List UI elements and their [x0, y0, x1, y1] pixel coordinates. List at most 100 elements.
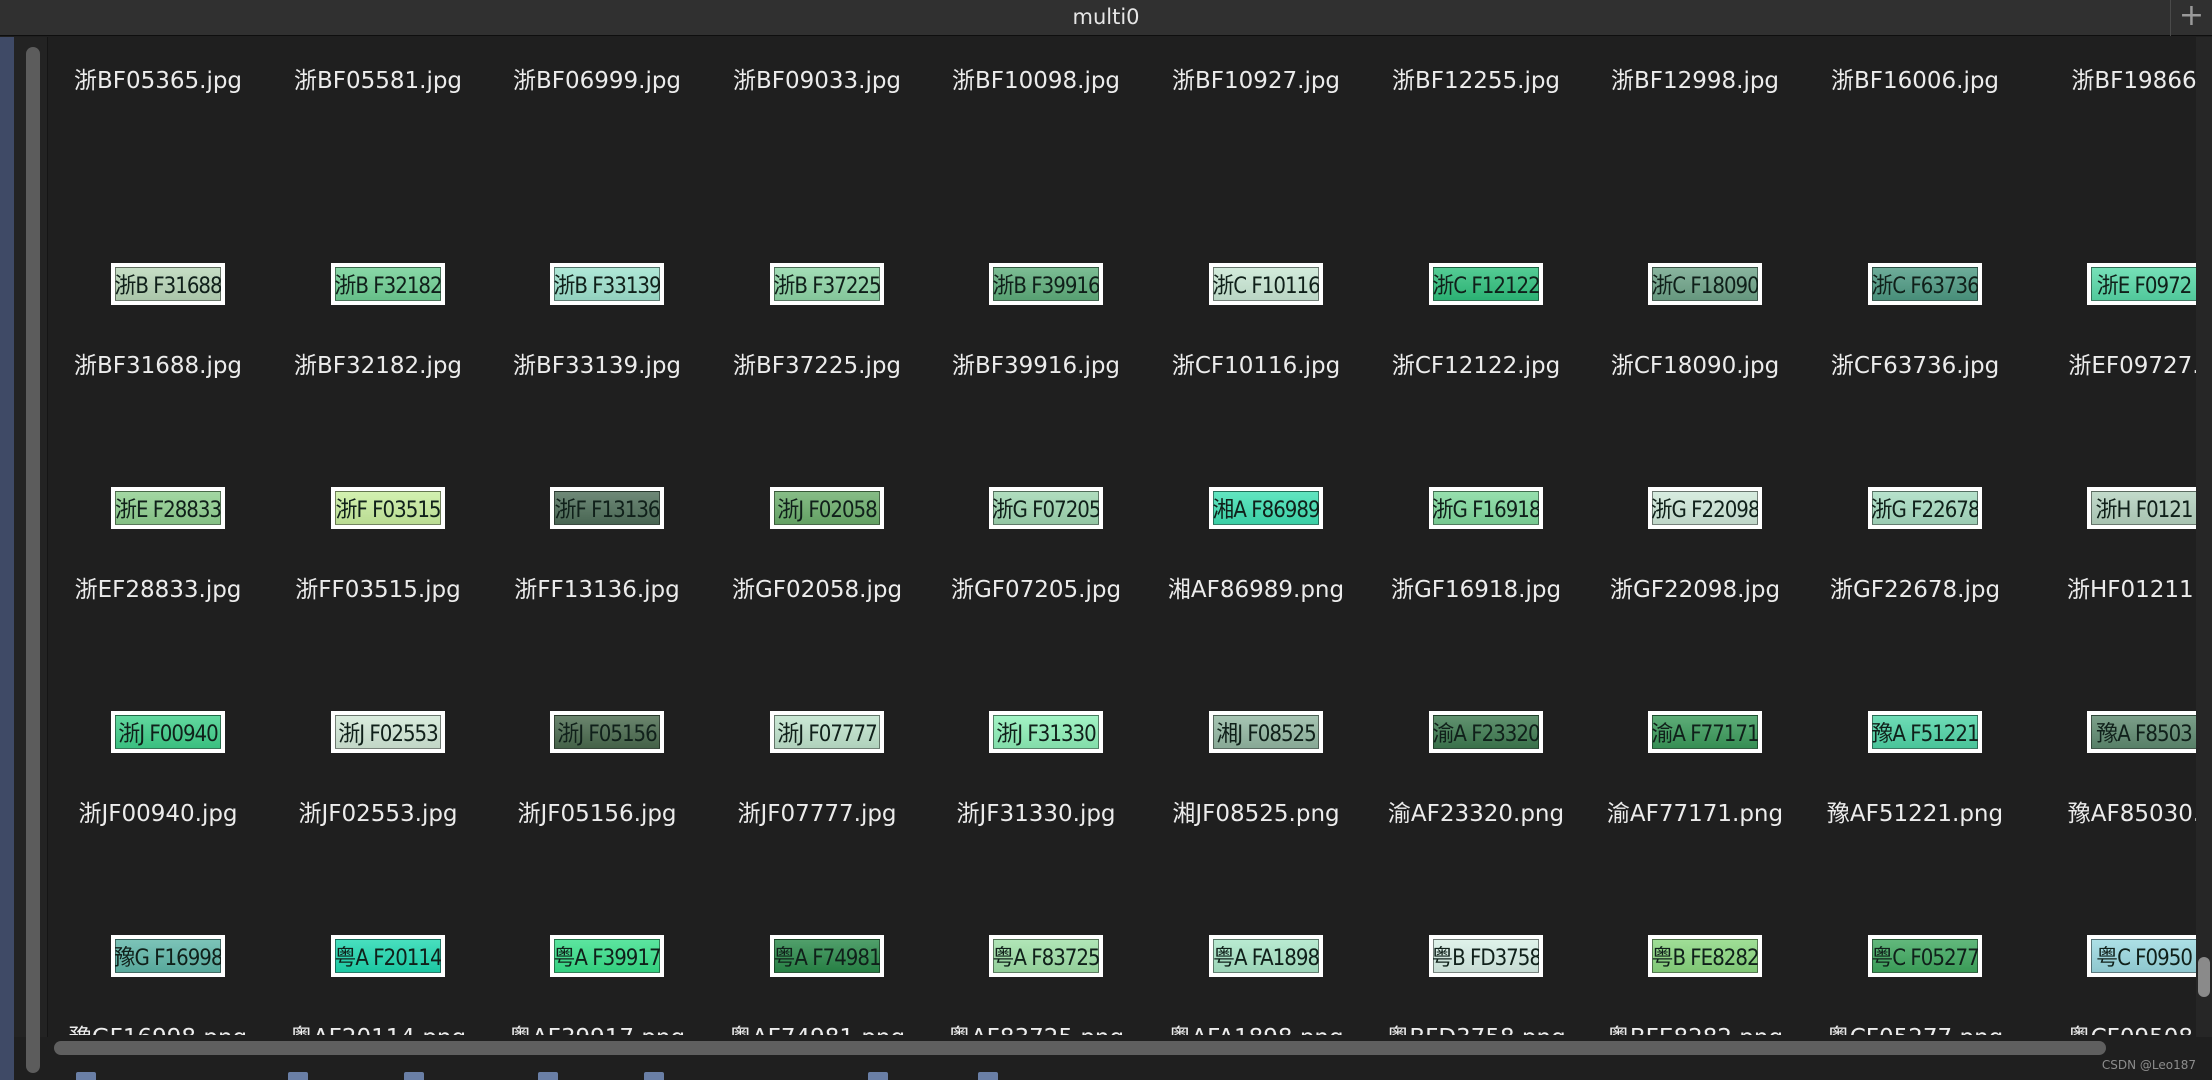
file-item[interactable]: 粤A F83725 粤AF83725.png: [926, 840, 1146, 1035]
file-item[interactable]: 粤C F0950 粤CF09508.: [2024, 840, 2198, 1035]
plate-thumbnail[interactable]: 粤A FA1898: [1209, 935, 1323, 977]
file-item[interactable]: 粤A F20114 粤AF20114.png: [268, 840, 488, 1035]
file-item[interactable]: 渝A F23320 渝AF23320.png: [1366, 616, 1586, 840]
plate-thumbnail[interactable]: 浙C F18090: [1648, 263, 1762, 305]
horizontal-scroll-thumb[interactable]: [54, 1041, 2106, 1055]
plate-thumbnail[interactable]: 浙C F10116: [1209, 263, 1323, 305]
file-item[interactable]: 浙H F0121 浙HF01211.: [2024, 392, 2198, 616]
plate-thumbnail[interactable]: 浙J F07777: [770, 711, 884, 753]
right-vertical-scrollbar[interactable]: [2196, 37, 2212, 1037]
plate-thumbnail[interactable]: 粤C F05277: [1868, 935, 1982, 977]
file-item[interactable]: 豫A F51221 豫AF51221.png: [1805, 616, 2025, 840]
plate-thumbnail[interactable]: 豫A F8503: [2087, 711, 2198, 753]
file-item[interactable]: 浙C F18090 浙CF18090.jpg: [1585, 168, 1805, 392]
file-item[interactable]: 浙B F32182 浙BF32182.jpg: [268, 168, 488, 392]
file-item[interactable]: 浙J F02058 浙GF02058.jpg: [707, 392, 927, 616]
plate-thumbnail[interactable]: 湘J F08525: [1209, 711, 1323, 753]
plate-thumbnail[interactable]: 浙J F05156: [550, 711, 664, 753]
plate-thumbnail[interactable]: 浙F F03515: [331, 487, 445, 529]
plate-thumbnail[interactable]: 豫A F51221: [1868, 711, 1982, 753]
file-item[interactable]: 浙G F22098 浙GF22098.jpg: [1585, 392, 1805, 616]
file-item[interactable]: 浙J F00940 浙JF00940.jpg: [48, 616, 268, 840]
plate-thumbnail[interactable]: 浙F F13136: [550, 487, 664, 529]
plate-thumbnail[interactable]: 浙B F32182: [331, 263, 445, 305]
new-tab-button[interactable]: +: [2170, 0, 2212, 36]
file-item[interactable]: 浙F F03515 浙FF03515.jpg: [268, 392, 488, 616]
file-item[interactable]: 浙E F0972 浙EF09727.: [2024, 168, 2198, 392]
file-item[interactable]: 浙G F07205 浙GF07205.jpg: [926, 392, 1146, 616]
file-item[interactable]: 浙B F37225 浙BF37225.jpg: [707, 168, 927, 392]
plate-thumbnail[interactable]: 渝A F23320: [1429, 711, 1543, 753]
file-item[interactable]: 浙J F02553 浙JF02553.jpg: [268, 616, 488, 840]
file-item[interactable]: 浙C F12122 浙CF12122.jpg: [1366, 168, 1586, 392]
file-item[interactable]: 浙B F31688 浙BF31688.jpg: [48, 168, 268, 392]
file-item[interactable]: 浙C F63736 浙CF63736.jpg: [1805, 168, 2025, 392]
plate-thumbnail[interactable]: 浙J F31330: [989, 711, 1103, 753]
file-item[interactable]: 渝A F77171 渝AF77171.png: [1585, 616, 1805, 840]
plate-thumbnail[interactable]: 浙J F02553: [331, 711, 445, 753]
plate-thumbnail[interactable]: 浙B F39916: [989, 263, 1103, 305]
left-scroll-thumb[interactable]: [26, 47, 40, 1073]
plate-thumbnail[interactable]: 粤A F20114: [331, 935, 445, 977]
plate-thumbnail[interactable]: 粤A F74981: [770, 935, 884, 977]
file-name-label: 粤BFE8282.png: [1585, 1018, 1805, 1035]
folder-icon[interactable]: [644, 1072, 664, 1080]
plate-thumbnail[interactable]: 浙B F33139: [550, 263, 664, 305]
plate-thumbnail[interactable]: 粤C F0950: [2087, 935, 2198, 977]
plate-thumbnail[interactable]: 豫G F16998: [111, 935, 225, 977]
plate-thumbnail[interactable]: 浙G F07205: [989, 487, 1103, 529]
plate-thumbnail[interactable]: 浙J F00940: [111, 711, 225, 753]
file-item[interactable]: 豫G F16998 豫GF16998.png: [48, 840, 268, 1035]
file-item[interactable]: 粤C F05277 粤CF05277.png: [1805, 840, 2025, 1035]
plate-thumbnail[interactable]: 浙C F12122: [1429, 263, 1543, 305]
plate-thumbnail[interactable]: 浙B F37225: [770, 263, 884, 305]
plate-thumbnail[interactable]: 粤A F39917: [550, 935, 664, 977]
plate-thumbnail[interactable]: 浙B F31688: [111, 263, 225, 305]
plate-thumbnail[interactable]: 渝A F77171: [1648, 711, 1762, 753]
plate-thumbnail[interactable]: 粤A F83725: [989, 935, 1103, 977]
horizontal-scrollbar[interactable]: [48, 1036, 2196, 1060]
file-item[interactable]: 粤A FA1898 粤AFA1898.png: [1146, 840, 1366, 1035]
disk-icon[interactable]: [76, 1072, 96, 1080]
plate-thumbnail[interactable]: 浙G F22678: [1868, 487, 1982, 529]
plate-text: 粤A F83725: [993, 939, 1099, 973]
plate-thumbnail[interactable]: 浙H F0121: [2087, 487, 2198, 529]
file-item[interactable]: 粤A F74981 粤AF74981.png: [707, 840, 927, 1035]
plate-thumbnail[interactable]: 浙G F22098: [1648, 487, 1762, 529]
file-item[interactable]: 浙E F28833 浙EF28833.jpg: [48, 392, 268, 616]
folder-icon[interactable]: [404, 1072, 424, 1080]
file-item[interactable]: 浙J F05156 浙JF05156.jpg: [487, 616, 707, 840]
folder-icon[interactable]: [978, 1072, 998, 1080]
file-item[interactable]: 浙J F07777 浙JF07777.jpg: [707, 616, 927, 840]
file-item[interactable]: 粤B FE8282 粤BFE8282.png: [1585, 840, 1805, 1035]
file-item[interactable]: 浙B F39916 浙BF39916.jpg: [926, 168, 1146, 392]
file-item[interactable]: 粤A F39917 粤AF39917.png: [487, 840, 707, 1035]
file-item[interactable]: 浙J F31330 浙JF31330.jpg: [926, 616, 1146, 840]
file-item[interactable]: 浙G F22678 浙GF22678.jpg: [1805, 392, 2025, 616]
file-item[interactable]: 豫A F8503 豫AF85030.: [2024, 616, 2198, 840]
file-item[interactable]: 浙B F33139 浙BF33139.jpg: [487, 168, 707, 392]
folder-icon[interactable]: [538, 1072, 558, 1080]
file-item[interactable]: 湘J F08525 湘JF08525.png: [1146, 616, 1366, 840]
plate-thumbnail[interactable]: 粤B FD3758: [1429, 935, 1543, 977]
file-row: 浙BF05365.jpg 浙BF05581.jpg 浙BF06999.jpg 浙BF0…: [48, 37, 2198, 127]
plate-thumbnail[interactable]: 湘A F86989: [1209, 487, 1323, 529]
plate-thumbnail[interactable]: 浙E F0972: [2087, 263, 2198, 305]
plate-thumbnail[interactable]: 浙J F02058: [770, 487, 884, 529]
folder-icon[interactable]: [288, 1072, 308, 1080]
plate-thumbnail[interactable]: 浙C F63736: [1868, 263, 1982, 305]
plate-thumbnail[interactable]: 粤B FE8282: [1648, 935, 1762, 977]
left-vertical-scrollbar[interactable]: [14, 37, 48, 1073]
file-item[interactable]: 粤B FD3758 粤BFD3758.png: [1366, 840, 1586, 1035]
file-item[interactable]: 浙G F16918 浙GF16918.jpg: [1366, 392, 1586, 616]
plate-thumbnail[interactable]: 浙E F28833: [111, 487, 225, 529]
plate-text: 浙J F31330: [993, 715, 1099, 749]
plate-thumbnail[interactable]: 浙G F16918: [1429, 487, 1543, 529]
right-scroll-thumb[interactable]: [2198, 957, 2210, 997]
file-item[interactable]: 浙C F10116 浙CF10116.jpg: [1146, 168, 1366, 392]
file-name-label: 浙BF10927.jpg: [1171, 68, 1341, 94]
file-item[interactable]: 湘A F86989 湘AF86989.png: [1146, 392, 1366, 616]
file-item[interactable]: 浙F F13136 浙FF13136.jpg: [487, 392, 707, 616]
folder-icon[interactable]: [868, 1072, 888, 1080]
file-name-label: 浙BF19866: [2071, 68, 2197, 94]
